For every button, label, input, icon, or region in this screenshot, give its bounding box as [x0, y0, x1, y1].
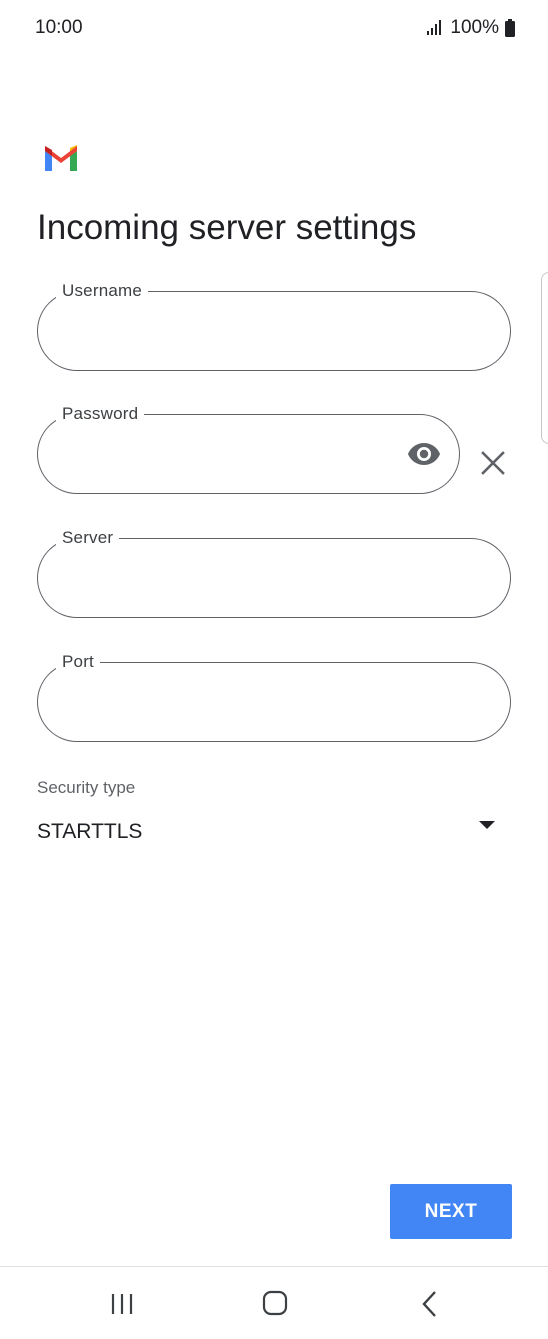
password-label: Password — [56, 403, 145, 425]
password-field[interactable]: Password — [37, 403, 460, 494]
navigation-bar — [0, 1266, 548, 1339]
password-input[interactable] — [62, 435, 389, 473]
security-type-dropdown[interactable]: STARTTLS — [37, 810, 511, 858]
battery-percentage: 100% — [450, 17, 499, 38]
username-input[interactable] — [62, 312, 440, 350]
server-field[interactable]: Server — [37, 527, 511, 618]
back-icon[interactable] — [410, 1287, 450, 1321]
next-button[interactable]: NEXT — [390, 1184, 512, 1239]
page-title: Incoming server settings — [37, 208, 417, 247]
port-input[interactable] — [62, 683, 440, 721]
visibility-icon[interactable] — [407, 439, 441, 469]
home-icon[interactable] — [255, 1287, 295, 1321]
edge-panel-handle[interactable] — [541, 272, 548, 444]
port-label: Port — [56, 651, 100, 673]
server-label: Server — [56, 527, 120, 549]
status-time: 10:00 — [35, 17, 83, 38]
battery-icon — [505, 19, 515, 37]
arrow-drop-down-icon — [479, 821, 495, 829]
username-label: Username — [56, 280, 149, 302]
security-type-label: Security type — [37, 778, 136, 797]
close-icon[interactable] — [480, 450, 506, 476]
status-indicators: 100% — [426, 17, 515, 39]
server-input[interactable] — [62, 559, 440, 597]
recents-icon[interactable] — [102, 1287, 142, 1321]
signal-icon — [427, 20, 442, 35]
port-field[interactable]: Port — [37, 651, 511, 742]
gmail-logo-icon — [45, 145, 77, 171]
username-field[interactable]: Username — [37, 280, 511, 371]
status-bar: 10:00 100% — [0, 0, 548, 58]
security-type-value: STARTTLS — [37, 820, 143, 843]
